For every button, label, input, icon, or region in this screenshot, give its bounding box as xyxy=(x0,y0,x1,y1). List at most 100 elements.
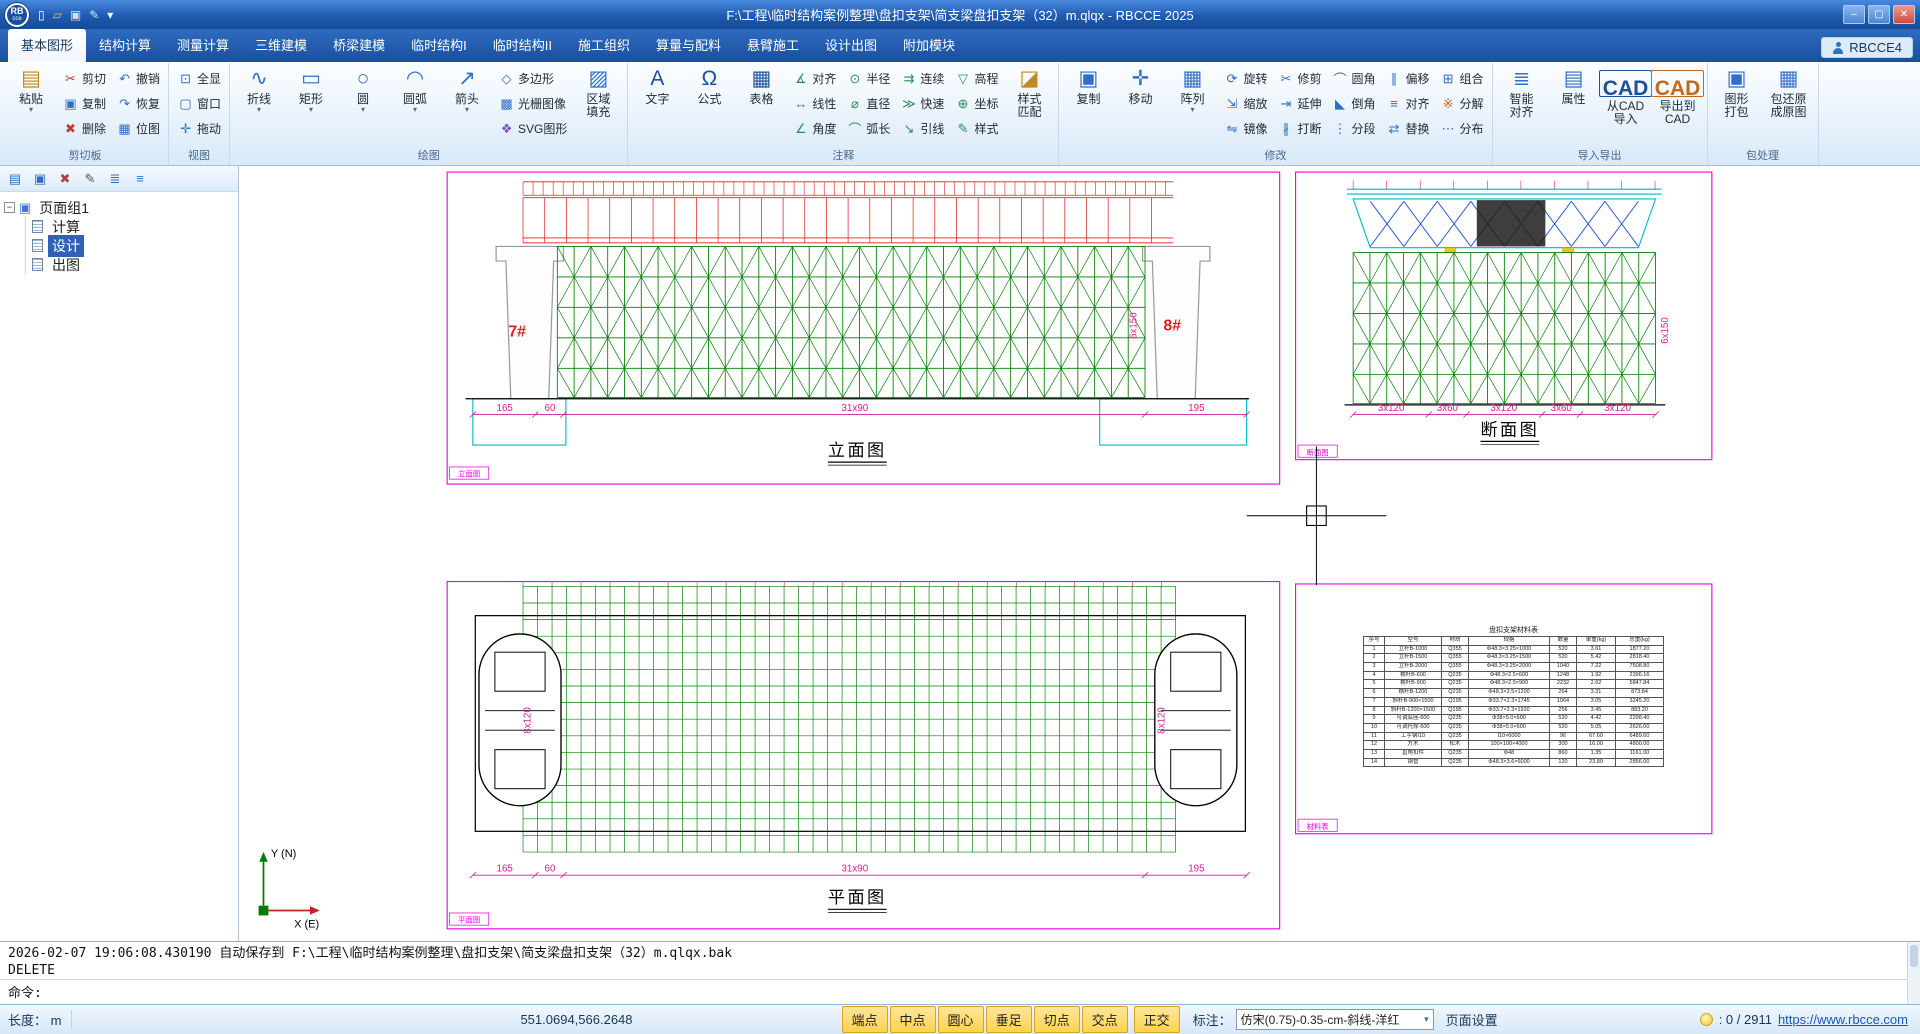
new-page-icon[interactable]: ▤ xyxy=(4,169,26,189)
ribbon-button-window[interactable]: ▢窗口 xyxy=(172,91,226,116)
user-badge[interactable]: RBCCE4 xyxy=(1821,37,1913,58)
ribbon-button-cut[interactable]: ✂剪切 xyxy=(57,66,111,91)
tab-2[interactable]: 结构计算 xyxy=(86,29,164,62)
sidebar-root-node[interactable]: −▣页面组1 xyxy=(4,198,234,217)
ribbon-button-match[interactable]: ◪样式 匹配 xyxy=(1003,64,1055,146)
ribbon-button-break[interactable]: ∦打断 xyxy=(1272,116,1326,141)
maximize-button[interactable]: ▢ xyxy=(1868,5,1890,24)
ribbon-button-copy[interactable]: ▣复制 xyxy=(57,91,111,116)
snap-tangent[interactable]: 切点 xyxy=(1034,1006,1080,1033)
drawing-canvas[interactable]: 165 60 31x90 195 6x150 7# 8# 立面图 立面图 xyxy=(239,166,1920,941)
ribbon-button-align[interactable]: ≡对齐 xyxy=(1381,91,1435,116)
ribbon-button-paste[interactable]: ▤粘贴▾ xyxy=(5,64,57,146)
tab-3[interactable]: 测量计算 xyxy=(164,29,242,62)
tree-expander[interactable]: − xyxy=(4,202,15,213)
ribbon-button-extend[interactable]: ⇥延伸 xyxy=(1272,91,1326,116)
ribbon-button-dim-aligned[interactable]: ∡对齐 xyxy=(787,66,841,91)
outline-icon[interactable]: ≡ xyxy=(129,169,151,189)
minimize-button[interactable]: – xyxy=(1843,5,1865,24)
tab-11[interactable]: 设计出图 xyxy=(812,29,890,62)
ribbon-button-dim-linear[interactable]: ↔线性 xyxy=(787,91,841,116)
tab-10[interactable]: 悬臂施工 xyxy=(734,29,812,62)
open-icon[interactable]: ▱ xyxy=(51,7,64,23)
sidebar-node-2[interactable]: 设计 xyxy=(32,236,234,255)
delete-page-icon[interactable]: ✖ xyxy=(54,169,76,189)
ribbon-button-dim-angle[interactable]: ∠角度 xyxy=(787,116,841,141)
canvas-area[interactable]: 165 60 31x90 195 6x150 7# 8# 立面图 立面图 xyxy=(239,166,1920,941)
list-icon[interactable]: ≣ xyxy=(104,169,126,189)
ribbon-button-dim-diameter[interactable]: ⌀直径 xyxy=(841,91,895,116)
copy-page-icon[interactable]: ▣ xyxy=(29,169,51,189)
ribbon-button-modify-copy[interactable]: ▣复制 xyxy=(1062,64,1114,146)
dim-style-select[interactable]: 仿宋(0.75)-0.35-cm-斜线-洋红 ▾ xyxy=(1236,1009,1434,1030)
ribbon-button-rectangle[interactable]: ▭矩形▾ xyxy=(285,64,337,146)
new-icon[interactable]: ▯ xyxy=(36,7,47,23)
ribbon-button-dim-quick[interactable]: ≫快速 xyxy=(895,91,949,116)
snap-midpoint[interactable]: 中点 xyxy=(890,1006,936,1033)
ribbon-button-formula[interactable]: Ω公式 xyxy=(683,64,735,146)
ribbon-button-trim[interactable]: ✂修剪 xyxy=(1272,66,1326,91)
ribbon-button-mirror[interactable]: ⇋镜像 xyxy=(1218,116,1272,141)
tab-6[interactable]: 临时结构I xyxy=(398,29,480,62)
ribbon-button-group[interactable]: ⊞组合 xyxy=(1435,66,1489,91)
ribbon-button-arrow[interactable]: ↗箭头▾ xyxy=(441,64,493,146)
ribbon-button-hatch[interactable]: ▨区域 填充 xyxy=(572,64,624,146)
ribbon-button-delete[interactable]: ✖删除 xyxy=(57,116,111,141)
ribbon-button-raster[interactable]: ▩光栅图像 xyxy=(493,91,572,116)
ribbon-button-explode[interactable]: ※分解 xyxy=(1435,91,1489,116)
ribbon-button-leader[interactable]: ↘引线 xyxy=(895,116,949,141)
ribbon-button-cad-export[interactable]: CAD导出到 CAD xyxy=(1652,64,1704,146)
snap-endpoint[interactable]: 端点 xyxy=(842,1006,888,1033)
ribbon-button-fillet[interactable]: ⌒圆角 xyxy=(1326,66,1380,91)
snap-perpendicular[interactable]: 垂足 xyxy=(986,1006,1032,1033)
tab-12[interactable]: 附加模块 xyxy=(890,29,968,62)
ribbon-button-fit[interactable]: ⊡全显 xyxy=(172,66,226,91)
ribbon-button-replace[interactable]: ⇄替换 xyxy=(1381,116,1435,141)
website-link[interactable]: https://www.rbcce.com xyxy=(1778,1012,1908,1027)
tab-7[interactable]: 临时结构II xyxy=(480,29,565,62)
snap-center[interactable]: 圆心 xyxy=(938,1006,984,1033)
ribbon-button-redo[interactable]: ↷恢复 xyxy=(111,91,165,116)
ribbon-button-rotate[interactable]: ⟳旋转 xyxy=(1218,66,1272,91)
ribbon-button-unpack[interactable]: ▦包还原 成原图 xyxy=(1763,64,1815,146)
page-setup-button[interactable]: 页面设置 xyxy=(1438,1008,1506,1031)
ribbon-button-distribute[interactable]: ⋯分布 xyxy=(1435,116,1489,141)
ribbon-button-segment[interactable]: ⋮分段 xyxy=(1326,116,1380,141)
ribbon-button-polygon[interactable]: ◇多边形 xyxy=(493,66,572,91)
tab-1[interactable]: 基本图形 xyxy=(8,29,86,62)
ribbon-button-offset[interactable]: ∥偏移 xyxy=(1381,66,1435,91)
ribbon-button-bitmap[interactable]: ▦位图 xyxy=(111,116,165,141)
close-button[interactable]: ✕ xyxy=(1893,5,1915,24)
command-prompt[interactable]: 命令: xyxy=(8,986,42,1001)
more-icon[interactable]: ▾ xyxy=(105,7,115,23)
ribbon-button-dim-style[interactable]: ✎样式 xyxy=(949,116,1003,141)
ribbon-button-dim-continue[interactable]: ⇉连续 xyxy=(895,66,949,91)
ribbon-button-chamfer[interactable]: ◣倒角 xyxy=(1326,91,1380,116)
ribbon-button-circle[interactable]: ○圆▾ xyxy=(337,64,389,146)
ribbon-button-undo[interactable]: ↶撤销 xyxy=(111,66,165,91)
ribbon-button-dim-radius[interactable]: ⊙半径 xyxy=(841,66,895,91)
tab-8[interactable]: 施工组织 xyxy=(565,29,643,62)
ribbon-button-polyline[interactable]: ∿折线▾ xyxy=(233,64,285,146)
ribbon-button-pan[interactable]: ✛拖动 xyxy=(172,116,226,141)
edit-icon[interactable]: ✎ xyxy=(79,169,101,189)
save-icon[interactable]: ▣ xyxy=(68,7,83,23)
tab-4[interactable]: 三维建模 xyxy=(242,29,320,62)
tab-9[interactable]: 算量与配料 xyxy=(643,29,734,62)
ribbon-button-svg-shape[interactable]: ❖SVG图形 xyxy=(493,116,572,141)
ribbon-button-move[interactable]: ✛移动 xyxy=(1114,64,1166,146)
sidebar-node-1[interactable]: 计算 xyxy=(32,217,234,236)
ribbon-button-array[interactable]: ▦阵列▾ xyxy=(1166,64,1218,146)
ribbon-button-pack[interactable]: ▣图形 打包 xyxy=(1711,64,1763,146)
ribbon-button-smart-align[interactable]: ≣智能 对齐 xyxy=(1496,64,1548,146)
sidebar-node-3[interactable]: 出图 xyxy=(32,255,234,274)
ribbon-button-dim-elevation[interactable]: ▽高程 xyxy=(949,66,1003,91)
app-logo-icon[interactable]: RB cce xyxy=(5,3,29,27)
ribbon-button-text[interactable]: A文字 xyxy=(631,64,683,146)
ribbon-button-dim-arc[interactable]: ⌒弧长 xyxy=(841,116,895,141)
ribbon-button-table[interactable]: ▦表格 xyxy=(735,64,787,146)
ribbon-button-arc[interactable]: ◠圆弧▾ xyxy=(389,64,441,146)
ribbon-button-scale[interactable]: ⇲缩放 xyxy=(1218,91,1272,116)
ribbon-button-properties[interactable]: ▤属性 xyxy=(1548,64,1600,146)
ribbon-button-cad-import[interactable]: CAD从CAD 导入 xyxy=(1600,64,1652,146)
